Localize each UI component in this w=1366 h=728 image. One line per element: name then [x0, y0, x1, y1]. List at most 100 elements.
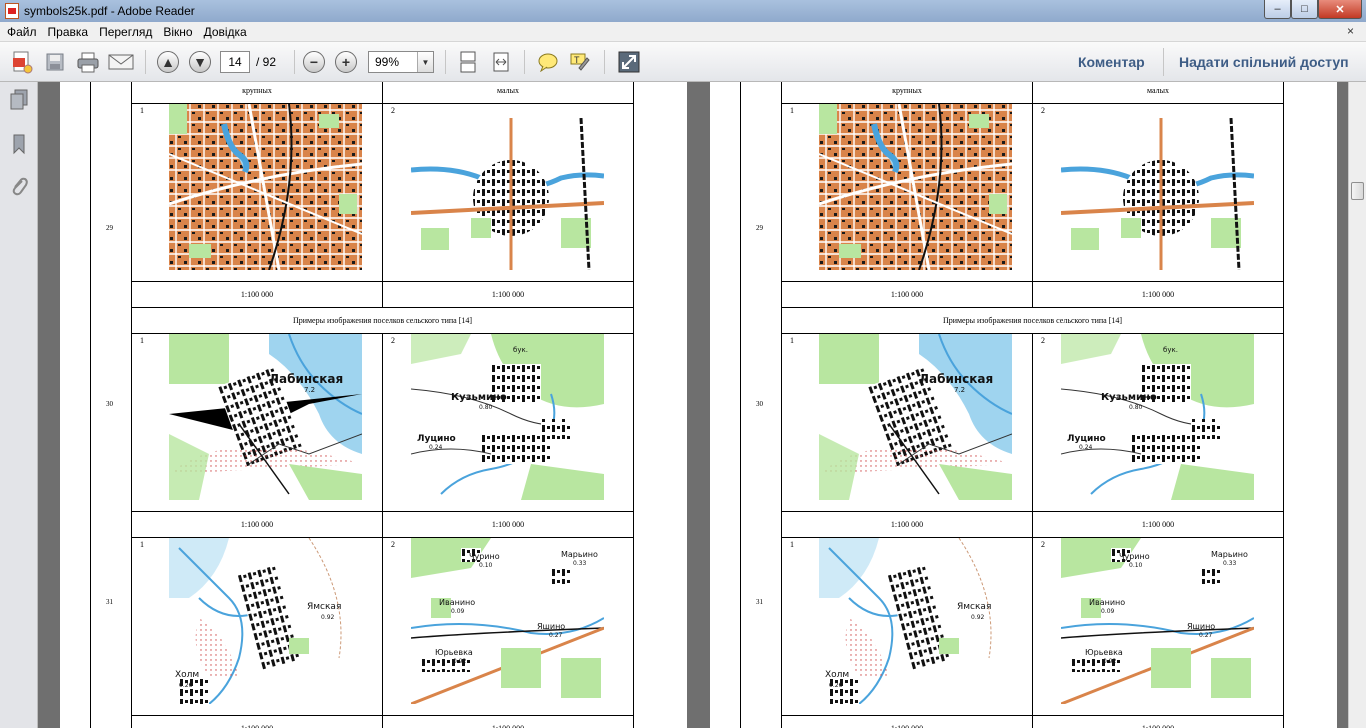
zoom-dropdown[interactable]: 99% ▼ [368, 51, 434, 73]
comment-panel-link[interactable]: Коментар [1078, 54, 1145, 70]
scale-label: 1:100 000 [132, 724, 382, 728]
map-label: Иванино [1089, 598, 1126, 607]
map-label: 0.33 [1223, 560, 1237, 567]
scale-label: 1:100 000 [491, 290, 525, 299]
print-button[interactable] [74, 50, 102, 74]
map-cell: 2 Чурино 0.10 Марьино 0.33 Иванино 0.09 … [382, 538, 634, 716]
row-number: 30 [756, 400, 763, 408]
map-label: Яшино [537, 622, 566, 631]
scale-label: 1:100 000 [491, 520, 525, 529]
menu-edit[interactable]: Правка [48, 25, 89, 39]
scroll-mode-button[interactable] [455, 50, 481, 74]
labinskaya-map: Лабинская 7.2 [169, 334, 362, 500]
header-small: малых [497, 86, 519, 95]
attachments-button[interactable] [8, 174, 30, 198]
share-panel-link[interactable]: Надати спільний доступ [1179, 54, 1349, 70]
page-total: / 92 [256, 55, 277, 69]
map-label: бук. [513, 346, 528, 354]
map-label: Чурино [469, 552, 500, 561]
zoom-in-button[interactable]: + [333, 50, 359, 74]
cell-index: 2 [1041, 336, 1045, 345]
toolbar-separator [524, 50, 525, 74]
map-label: 0.24 [429, 444, 443, 451]
fit-page-icon [460, 51, 476, 73]
header-large: крупных [892, 86, 922, 95]
table-cell: 1:100 000 [781, 282, 1033, 308]
map-label: Луцино [1067, 434, 1106, 444]
add-comment-button[interactable] [535, 50, 561, 74]
table-cell: малых [382, 82, 634, 104]
previous-page-button[interactable]: ▲ [155, 50, 181, 74]
zoom-out-button[interactable]: − [301, 50, 327, 74]
cell-index: 2 [391, 540, 395, 549]
document-viewport[interactable]: крупных малых 29 1 2 1:100 000 1:100 000… [38, 82, 1348, 728]
table-cell: крупных [131, 82, 383, 104]
rural-villages-map: Чурино 0.10 Марьино 0.33 Иванино 0.09 Яш… [1061, 538, 1254, 704]
next-page-button[interactable]: ▼ [187, 50, 213, 74]
menu-help[interactable]: Довідка [204, 25, 247, 39]
header-small: малых [1147, 86, 1169, 95]
map-cell: 2 [1032, 104, 1284, 282]
table-cell: Примеры изображения поселков сельского т… [781, 308, 1284, 334]
page-thumbnails-button[interactable] [8, 88, 30, 112]
close-document-icon[interactable]: × [1347, 24, 1354, 38]
small-city-map [1061, 118, 1254, 270]
row-number: 29 [106, 224, 113, 232]
map-label: 0.27 [1199, 632, 1213, 639]
toolbar-separator [294, 50, 295, 74]
scale-label: 1:100 000 [782, 724, 1032, 728]
map-label: Кузьмино [451, 392, 507, 403]
map-label: Юрьевка [435, 648, 473, 657]
maximize-button[interactable]: □ [1291, 0, 1318, 19]
scrollbar-thumb[interactable] [1351, 182, 1364, 200]
zoom-level-select[interactable]: 99% ▼ [367, 50, 435, 74]
bookmarks-button[interactable] [8, 132, 30, 156]
large-city-map [819, 104, 1012, 270]
rural-caption: Примеры изображения поселков сельского т… [292, 316, 473, 325]
save-button[interactable] [42, 50, 68, 74]
highlight-text-button[interactable]: T [567, 50, 593, 74]
email-button[interactable] [106, 50, 136, 74]
map-label: 0.27 [549, 632, 563, 639]
cell-index: 1 [790, 336, 794, 345]
row-number: 29 [756, 224, 763, 232]
map-cell: 1 Лабинская 7.2 [781, 334, 1033, 512]
map-label: Лабинская [269, 372, 344, 386]
map-label: 0.80 [1129, 404, 1143, 411]
create-pdf-icon [13, 51, 33, 74]
pdf-page: крупных малых 29 1 2 1:100 000 1:100 000… [710, 82, 1337, 728]
adobe-reader-icon [5, 3, 19, 19]
map-label: 0.92 [321, 614, 335, 621]
map-cell: 1 [781, 104, 1033, 282]
window-title: symbols25k.pdf - Adobe Reader [24, 4, 195, 18]
full-screen-button[interactable] [615, 50, 643, 74]
scale-label: 1:100 000 [1141, 290, 1175, 299]
table-cell: крупных [781, 82, 1033, 104]
create-pdf-button[interactable] [8, 50, 36, 74]
map-label: Холм [175, 670, 200, 680]
title-bar: symbols25k.pdf - Adobe Reader – □ ✕ [0, 0, 1366, 22]
cell-index: 1 [140, 540, 144, 549]
map-label: Марьино [1211, 550, 1248, 559]
menu-view[interactable]: Перегляд [99, 25, 152, 39]
symbols-table: крупных малых 29 1 2 1:100 000 1:100 000… [740, 82, 1305, 728]
table-cell: 1:100 000 [781, 512, 1033, 538]
fit-width-button[interactable] [488, 50, 514, 74]
menu-window[interactable]: Вікно [163, 25, 192, 39]
page-number-input[interactable]: 14 [220, 51, 250, 73]
map-label: 7.2 [954, 386, 966, 394]
cell-index: 1 [790, 106, 794, 115]
map-label: 0.80 [479, 404, 493, 411]
table-cell: 1:100 000 [382, 282, 634, 308]
map-label: 0.92 [971, 614, 985, 621]
table-cell: 1:100 000 [382, 512, 634, 538]
toolbar-separator [445, 50, 446, 74]
minimize-button[interactable]: – [1264, 0, 1291, 19]
map-label: Иванино [439, 598, 476, 607]
plus-icon: + [335, 51, 357, 73]
toolbar-separator [1163, 48, 1164, 76]
close-button[interactable]: ✕ [1318, 0, 1362, 19]
map-label: 0.09 [451, 608, 465, 615]
vertical-scrollbar[interactable] [1348, 82, 1366, 728]
menu-file[interactable]: Файл [7, 25, 37, 39]
